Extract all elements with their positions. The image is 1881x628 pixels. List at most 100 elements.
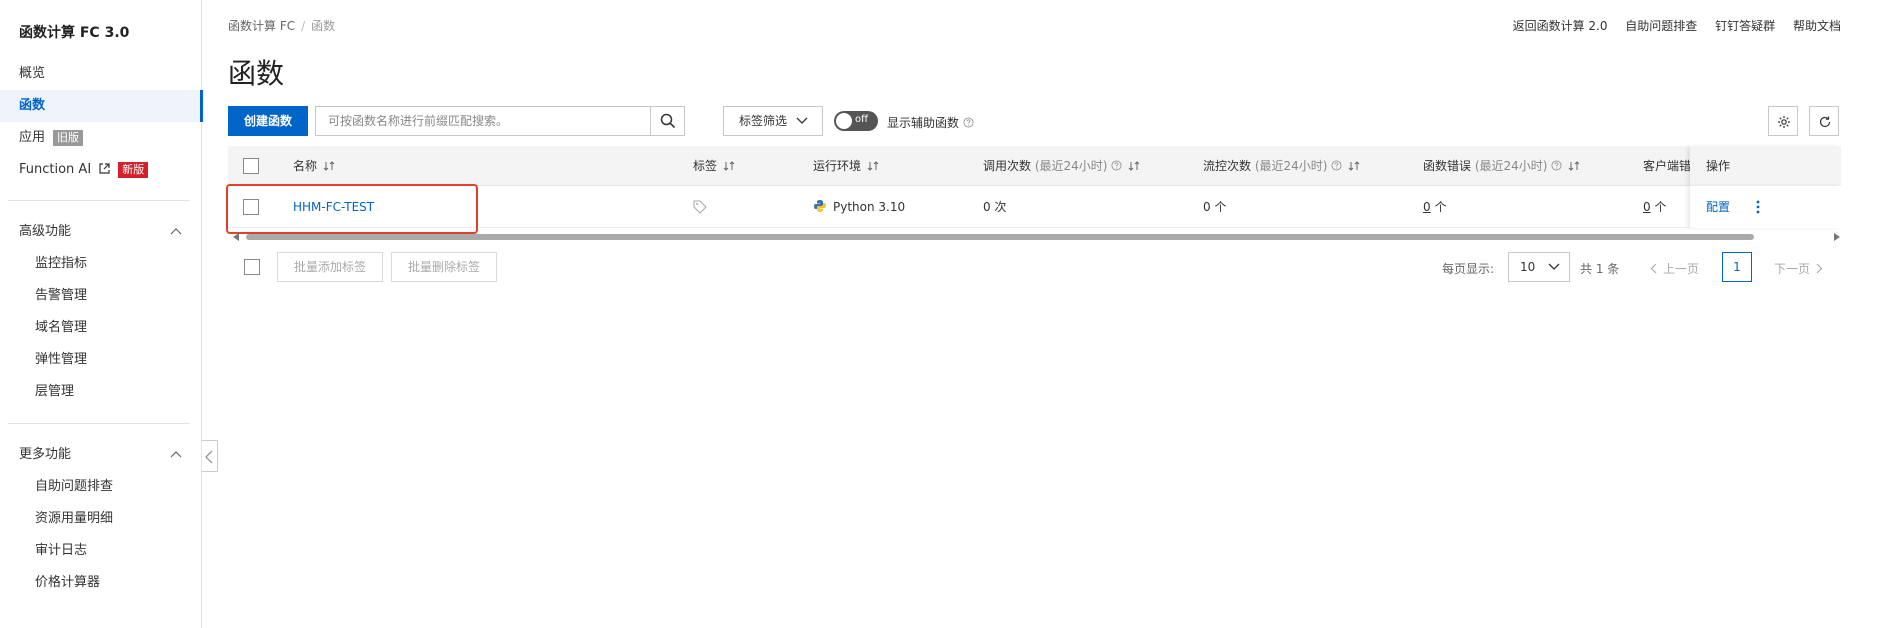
tag-icon[interactable]: [693, 200, 707, 214]
breadcrumb: 函数计算 FC / 函数: [228, 17, 335, 34]
toggle-state-label: off: [855, 114, 869, 125]
link-dingtalk-group[interactable]: 钉钉答疑群: [1715, 19, 1775, 33]
search-input[interactable]: [316, 107, 646, 135]
sidebar-item-price-calculator[interactable]: 价格计算器: [0, 567, 202, 599]
new-version-badge: 新版: [118, 161, 149, 178]
column-header-runtime[interactable]: 运行环境: [813, 146, 879, 186]
sidebar-item-label: 概览: [19, 66, 46, 81]
batch-add-tag-button[interactable]: 批量添加标签: [277, 252, 383, 282]
sidebar-item-label: 函数: [19, 98, 46, 113]
prev-page-button[interactable]: 上一页: [1650, 260, 1699, 277]
sidebar-title: 函数计算 FC 3.0: [19, 25, 130, 41]
chevron-down-icon: [796, 117, 808, 124]
row-runtime-cell: Python 3.10: [813, 186, 905, 228]
top-links: 返回函数计算 2.0 自助问题排查 钉钉答疑群 帮助文档: [1499, 17, 1841, 34]
help-icon[interactable]: [1111, 160, 1123, 171]
unit-label: 个: [1650, 200, 1667, 214]
sidebar-item-scaling[interactable]: 弹性管理: [0, 344, 202, 376]
column-header-client-errors[interactable]: 客户端错: [1643, 146, 1691, 186]
link-back-to-fc2[interactable]: 返回函数计算 2.0: [1513, 19, 1608, 33]
table-row: HHM-FC-TEST Python 3.10 0 次 0 个 0 个 0 个 …: [228, 186, 1841, 228]
sidebar-item-functions[interactable]: 函数: [0, 90, 203, 122]
sidebar-item-self-diagnose[interactable]: 自助问题排查: [0, 471, 202, 503]
sidebar-item-usage[interactable]: 资源用量明细: [0, 503, 202, 535]
page-number-button[interactable]: 1: [1722, 252, 1752, 282]
page-title: 函数: [228, 57, 285, 90]
settings-button[interactable]: [1768, 106, 1798, 136]
breadcrumb-item-fc[interactable]: 函数计算 FC: [228, 19, 295, 33]
sidebar-item-monitoring[interactable]: 监控指标: [0, 248, 202, 280]
config-link[interactable]: 配置: [1706, 186, 1730, 228]
row-client-errors-cell: 0 个: [1643, 186, 1666, 228]
chevron-left-icon: [1650, 263, 1657, 274]
function-errors-link[interactable]: 0: [1423, 200, 1431, 214]
ops-column-header: 操作: [1690, 146, 1841, 186]
client-errors-link[interactable]: 0: [1643, 200, 1651, 214]
link-self-diagnose[interactable]: 自助问题排查: [1625, 19, 1697, 33]
help-icon[interactable]: [1331, 160, 1343, 171]
gear-icon: [1778, 116, 1790, 128]
sidebar-item-label: 域名管理: [35, 320, 88, 335]
prev-page-label: 上一页: [1663, 262, 1700, 276]
help-icon[interactable]: [1551, 160, 1563, 171]
sidebar-item-label: 自助问题排查: [35, 479, 114, 494]
unit-label: 个: [1430, 200, 1447, 214]
select-all-checkbox[interactable]: [243, 158, 259, 174]
column-label: 调用次数: [983, 159, 1032, 173]
sidebar-item-layers[interactable]: 层管理: [0, 376, 202, 408]
row-invocations-cell: 0 次: [983, 200, 1007, 214]
sidebar-item-apps[interactable]: 应用 旧版: [0, 122, 202, 154]
next-page-label: 下一页: [1774, 262, 1811, 276]
sidebar-group-advanced[interactable]: 高级功能: [0, 216, 202, 248]
show-helper-functions-toggle[interactable]: off: [834, 111, 878, 131]
column-header-throttles[interactable]: 流控次数 (最近24小时): [1203, 146, 1360, 186]
column-header-invocations[interactable]: 调用次数 (最近24小时): [983, 146, 1140, 186]
sidebar-group-more[interactable]: 更多功能: [0, 439, 202, 471]
help-icon[interactable]: [963, 117, 974, 128]
toggle-text: 显示辅助函数: [887, 114, 974, 131]
page-size-value: 10: [1520, 260, 1536, 274]
sidebar-item-overview[interactable]: 概览: [0, 58, 202, 90]
column-header-name[interactable]: 名称: [293, 146, 335, 186]
create-function-button[interactable]: 创建函数: [228, 106, 308, 136]
scroll-left-icon[interactable]: [232, 233, 240, 241]
scrollbar-thumb[interactable]: [246, 234, 1754, 240]
sidebar-divider: [8, 423, 190, 424]
column-label: 名称: [293, 159, 318, 173]
function-name-link[interactable]: HHM-FC-TEST: [293, 186, 374, 228]
page-size-select[interactable]: 10: [1508, 252, 1570, 282]
footer-select-all-checkbox[interactable]: [244, 259, 260, 275]
toggle-text-label: 显示辅助函数: [887, 116, 960, 130]
sidebar-item-label: Function AI: [19, 162, 92, 177]
link-help-docs[interactable]: 帮助文档: [1793, 19, 1841, 33]
sidebar-item-alerts[interactable]: 告警管理: [0, 280, 202, 312]
column-label: 客户端错: [1643, 159, 1692, 173]
tag-filter-dropdown[interactable]: 标签筛选: [723, 106, 823, 136]
sidebar-collapse-button[interactable]: [202, 440, 218, 472]
sidebar-group-label: 更多功能: [19, 447, 72, 462]
sidebar-item-function-ai[interactable]: Function AI 新版: [0, 154, 202, 186]
column-header-tags[interactable]: 标签: [693, 146, 735, 186]
row-checkbox[interactable]: [243, 199, 259, 215]
column-header-function-errors[interactable]: 函数错误 (最近24小时): [1423, 146, 1580, 186]
sidebar-item-domains[interactable]: 域名管理: [0, 312, 202, 344]
tag-filter-label: 标签筛选: [739, 114, 788, 128]
sort-icon: [323, 161, 335, 171]
sidebar-item-audit-log[interactable]: 审计日志: [0, 535, 202, 567]
more-vertical-icon[interactable]: [1756, 200, 1760, 214]
batch-delete-tag-button[interactable]: 批量删除标签: [391, 252, 497, 282]
column-hint: (最近24小时): [1034, 159, 1108, 173]
column-label: 标签: [693, 159, 718, 173]
column-hint: (最近24小时): [1474, 159, 1548, 173]
breadcrumb-separator: /: [301, 19, 306, 33]
sidebar: 函数计算 FC 3.0 概览 函数 应用 旧版 Function AI 新版 高级…: [0, 0, 203, 628]
scroll-right-icon[interactable]: [1833, 233, 1841, 241]
horizontal-scrollbar[interactable]: [232, 232, 1841, 242]
python-icon: [814, 200, 826, 212]
app-root: 函数计算 FC 3.0 概览 函数 应用 旧版 Function AI 新版 高级…: [0, 0, 1881, 628]
chevron-right-icon: [1816, 263, 1823, 274]
next-page-button[interactable]: 下一页: [1774, 260, 1823, 277]
refresh-button[interactable]: [1809, 106, 1839, 136]
search-button[interactable]: [650, 107, 684, 135]
column-header-actions: 操作: [1706, 159, 1731, 173]
